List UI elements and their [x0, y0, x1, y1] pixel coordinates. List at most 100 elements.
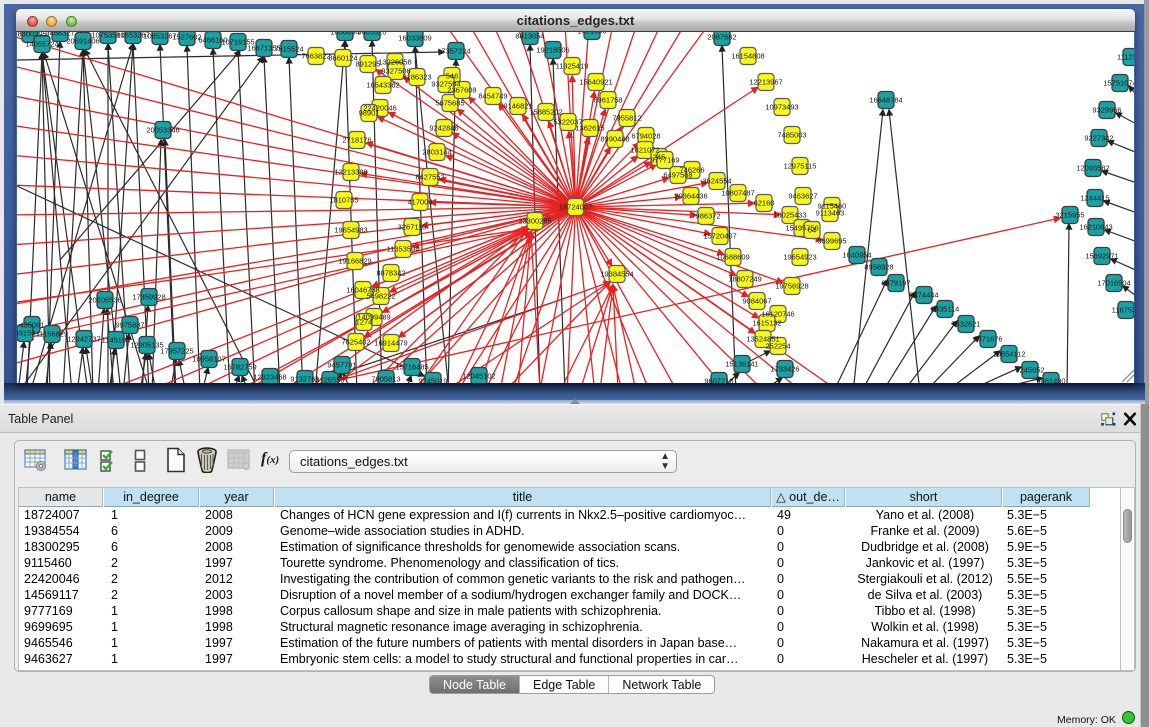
svg-text:7515524: 7515524 — [274, 45, 303, 54]
svg-text:2367608: 2367608 — [447, 86, 476, 95]
svg-text:20364436: 20364436 — [674, 192, 707, 201]
svg-text:18807249: 18807249 — [728, 275, 761, 284]
svg-text:17957225: 17957225 — [160, 347, 193, 356]
svg-text:9607218: 9607218 — [704, 377, 733, 384]
svg-text:19218506: 19218506 — [536, 46, 569, 55]
svg-text:1810755: 1810755 — [329, 196, 358, 205]
svg-text:18300295: 18300295 — [17, 32, 47, 39]
svg-text:12093582: 12093582 — [1076, 164, 1109, 173]
svg-text:1167533: 1167533 — [1112, 306, 1134, 315]
svg-text:1527602: 1527602 — [172, 33, 201, 42]
svg-text:9474444: 9474444 — [909, 291, 938, 300]
svg-text:9242848: 9242848 — [429, 124, 458, 133]
svg-text:2718176: 2718176 — [342, 136, 371, 145]
svg-text:17016504: 17016504 — [1097, 279, 1130, 288]
svg-text:6794028: 6794028 — [631, 132, 660, 141]
svg-text:7905813: 7905813 — [371, 375, 400, 384]
svg-text:9861490: 9861490 — [1036, 377, 1065, 384]
svg-text:19384554: 19384554 — [600, 270, 633, 279]
svg-text:62160: 62160 — [754, 199, 775, 208]
svg-text:15720407: 15720407 — [703, 232, 736, 241]
svg-text:13226058: 13226058 — [378, 58, 411, 67]
svg-text:10654112: 10654112 — [993, 350, 1026, 359]
svg-text:2935114: 2935114 — [931, 305, 960, 314]
svg-text:1274: 1274 — [356, 318, 373, 327]
svg-text:12213389: 12213389 — [334, 168, 367, 177]
svg-text:15640921: 15640921 — [579, 78, 612, 87]
svg-text:16782759: 16782759 — [223, 363, 256, 372]
svg-text:1421906: 1421906 — [577, 32, 606, 36]
svg-text:12942737: 12942737 — [67, 335, 100, 344]
svg-text:98901: 98901 — [359, 109, 380, 118]
svg-text:9146821: 9146821 — [503, 102, 532, 111]
svg-text:3267110: 3267110 — [398, 223, 427, 232]
svg-text:3215955: 3215955 — [1055, 211, 1084, 220]
svg-text:1145194: 1145194 — [102, 336, 131, 345]
svg-text:12905135: 12905135 — [130, 341, 163, 350]
svg-text:7986372: 7986372 — [691, 212, 720, 221]
svg-text:8186323: 8186323 — [402, 73, 431, 82]
svg-text:8958928: 8958928 — [864, 263, 893, 272]
svg-text:10688609: 10688609 — [716, 253, 749, 262]
svg-text:8813054: 8813054 — [515, 32, 544, 41]
svg-text:417004: 417004 — [407, 198, 432, 207]
svg-text:9605320: 9605320 — [357, 32, 386, 37]
svg-text:7625402: 7625402 — [341, 338, 370, 347]
svg-text:7632621: 7632621 — [951, 320, 980, 329]
svg-text:9777169: 9777169 — [650, 156, 679, 165]
svg-text:12923468: 12923468 — [253, 373, 286, 382]
svg-text:15716485: 15716485 — [395, 363, 428, 372]
svg-text:20053346: 20053346 — [146, 126, 179, 135]
svg-text:19166829: 19166829 — [338, 257, 371, 266]
svg-text:9457791: 9457791 — [327, 361, 356, 370]
svg-text:15751074: 15751074 — [1103, 79, 1134, 88]
svg-text:11325419: 11325419 — [556, 62, 589, 71]
svg-text:1112543: 1112543 — [1117, 53, 1134, 62]
svg-text:6497568: 6497568 — [663, 171, 692, 180]
svg-text:15885202: 15885202 — [529, 108, 562, 117]
svg-text:16210643: 16210643 — [1079, 223, 1112, 232]
svg-text:8126550: 8126550 — [315, 376, 344, 384]
svg-text:9227342: 9227342 — [1084, 134, 1113, 143]
svg-text:9329966: 9329966 — [1092, 106, 1121, 115]
svg-text:16914479: 16914479 — [374, 339, 407, 348]
svg-text:7485003: 7485003 — [777, 131, 806, 140]
svg-text:6879197: 6879197 — [881, 279, 910, 288]
svg-text:14055724: 14055724 — [25, 40, 58, 49]
svg-text:7357224: 7357224 — [441, 47, 470, 56]
svg-text:15136141: 15136141 — [725, 360, 758, 369]
svg-text:2087682: 2087682 — [707, 33, 736, 42]
svg-text:2803144: 2803144 — [422, 148, 451, 157]
svg-text:891295: 891295 — [355, 60, 380, 69]
svg-text:15692971: 15692971 — [1085, 252, 1118, 261]
svg-text:12045102: 12045102 — [462, 372, 495, 381]
svg-text:10807487: 10807487 — [721, 189, 754, 198]
svg-text:10973493: 10973493 — [765, 103, 798, 112]
svg-text:7955812: 7955812 — [612, 114, 641, 123]
svg-text:252254: 252254 — [765, 342, 790, 351]
svg-text:9975887: 9975887 — [115, 321, 144, 330]
svg-text:5498222: 5498222 — [366, 292, 395, 301]
svg-text:19654983: 19654983 — [334, 226, 367, 235]
svg-text:8471676: 8471676 — [973, 335, 1002, 344]
svg-text:9113463: 9113463 — [816, 209, 845, 218]
svg-text:17359928: 17359928 — [132, 293, 165, 302]
svg-text:1733426: 1733426 — [770, 365, 799, 374]
svg-text:5675685: 5675685 — [435, 99, 464, 108]
svg-text:9463627: 9463627 — [788, 192, 817, 201]
svg-text:20206536: 20206536 — [88, 296, 121, 305]
svg-text:8454749: 8454749 — [478, 92, 507, 101]
svg-text:1244415: 1244415 — [1080, 194, 1109, 203]
svg-text:11353594: 11353594 — [387, 245, 420, 254]
svg-text:9084067: 9084067 — [742, 297, 771, 306]
svg-text:3624554: 3624554 — [702, 177, 731, 186]
svg-text:7663822: 7663822 — [301, 52, 330, 61]
svg-text:8990448: 8990448 — [600, 135, 629, 144]
svg-text:1615132: 1615132 — [752, 319, 781, 328]
svg-text:8660124: 8660124 — [328, 54, 357, 63]
svg-text:9699695: 9699695 — [817, 237, 846, 246]
svg-text:23300285: 23300285 — [518, 217, 551, 226]
svg-text:16154808: 16154808 — [731, 52, 764, 61]
svg-text:19756928: 19756928 — [775, 282, 808, 291]
svg-text:64: 64 — [808, 226, 816, 235]
